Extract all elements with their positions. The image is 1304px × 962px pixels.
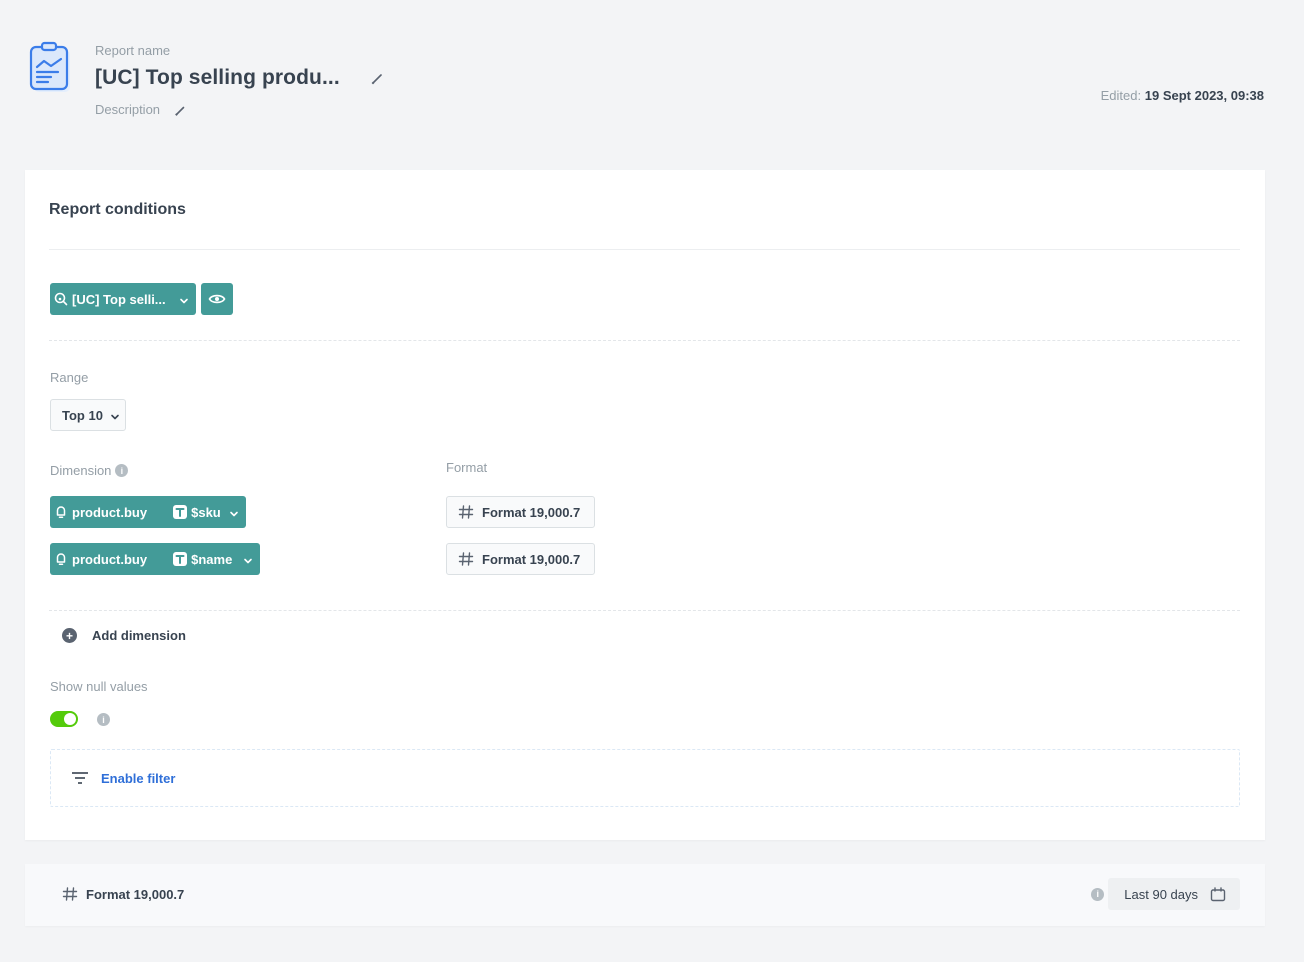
edited-value: 19 Sept 2023, 09:38 bbox=[1144, 88, 1264, 103]
report-title[interactable]: [UC] Top selling produ... bbox=[95, 66, 340, 90]
preview-button[interactable] bbox=[201, 283, 233, 315]
divider bbox=[49, 249, 1240, 250]
enable-filter-button[interactable]: Enable filter bbox=[50, 749, 1240, 807]
dimension-selector[interactable]: product.buy $name bbox=[50, 543, 260, 575]
report-footer: Format 19,000.7 i Last 90 days bbox=[25, 864, 1265, 926]
edited-label: Edited: bbox=[1100, 88, 1142, 103]
format-label: Format bbox=[446, 460, 488, 475]
info-icon[interactable]: i bbox=[97, 713, 110, 726]
report-name-label: Report name bbox=[95, 43, 171, 58]
search-analysis-icon bbox=[54, 292, 68, 306]
edit-title-pencil-icon[interactable] bbox=[370, 72, 384, 86]
hash-icon bbox=[458, 551, 474, 567]
chevron-down-icon bbox=[110, 410, 120, 420]
dimension-event: product.buy bbox=[72, 504, 148, 520]
enable-filter-label: Enable filter bbox=[101, 770, 176, 786]
add-dimension-label: Add dimension bbox=[92, 628, 186, 643]
date-range-button[interactable]: Last 90 days bbox=[1108, 878, 1240, 910]
footer-format-label: Format 19,000.7 bbox=[86, 886, 185, 902]
dimension-param: $name bbox=[191, 551, 233, 567]
dimension-selector[interactable]: product.buy $sku bbox=[50, 496, 246, 528]
edit-description-pencil-icon[interactable] bbox=[174, 104, 186, 116]
source-selector-dropdown[interactable]: [UC] Top selli... bbox=[50, 283, 196, 315]
chevron-down-icon bbox=[229, 507, 239, 517]
format-button[interactable]: Format 19,000.7 bbox=[446, 543, 595, 575]
dimension-param: $sku bbox=[191, 504, 221, 520]
divider-dashed bbox=[49, 610, 1240, 611]
event-bell-icon bbox=[55, 505, 67, 519]
report-conditions-card: Report conditions [UC] Top selli... Rang… bbox=[25, 170, 1265, 840]
show-null-values-label: Show null values bbox=[50, 679, 148, 694]
format-value: Format 19,000.7 bbox=[482, 504, 581, 520]
event-bell-icon bbox=[55, 552, 67, 566]
range-selected-value: Top 10 bbox=[62, 407, 103, 423]
divider-dashed bbox=[49, 340, 1240, 341]
toggle-knob bbox=[64, 713, 76, 725]
hash-icon bbox=[62, 886, 78, 902]
edited-timestamp: Edited: 19 Sept 2023, 09:38 bbox=[1101, 88, 1264, 103]
text-type-icon bbox=[173, 552, 188, 566]
text-type-icon bbox=[173, 505, 188, 519]
footer-format-button[interactable]: Format 19,000.7 bbox=[62, 886, 184, 902]
clipboard-chart-icon bbox=[28, 40, 72, 94]
range-select[interactable]: Top 10 bbox=[50, 399, 126, 431]
dimension-event: product.buy bbox=[72, 551, 148, 567]
date-range-group: i Last 90 days bbox=[1091, 878, 1240, 910]
range-label: Range bbox=[50, 370, 89, 385]
description-label[interactable]: Description bbox=[95, 102, 160, 117]
eye-icon bbox=[208, 293, 226, 305]
chevron-down-icon bbox=[243, 554, 253, 564]
format-button[interactable]: Format 19,000.7 bbox=[446, 496, 595, 528]
info-icon[interactable]: i bbox=[1091, 887, 1105, 901]
format-value: Format 19,000.7 bbox=[482, 551, 581, 567]
card-title: Report conditions bbox=[49, 201, 186, 218]
info-icon[interactable]: i bbox=[115, 464, 129, 477]
chevron-down-icon bbox=[179, 294, 189, 304]
dimension-label: Dimension bbox=[50, 463, 112, 478]
dimension-label-row: Dimension i bbox=[50, 463, 129, 478]
add-dimension-button[interactable]: + Add dimension bbox=[62, 628, 186, 643]
hash-icon bbox=[458, 504, 474, 520]
report-header: Report name [UC] Top selling produ... De… bbox=[0, 0, 1304, 160]
calendar-icon bbox=[1210, 886, 1226, 902]
source-selector-label: [UC] Top selli... bbox=[72, 291, 166, 307]
plus-circle-icon: + bbox=[62, 628, 77, 643]
filter-icon bbox=[71, 771, 89, 785]
show-null-values-toggle[interactable] bbox=[50, 711, 78, 727]
date-range-label: Last 90 days bbox=[1124, 886, 1198, 902]
